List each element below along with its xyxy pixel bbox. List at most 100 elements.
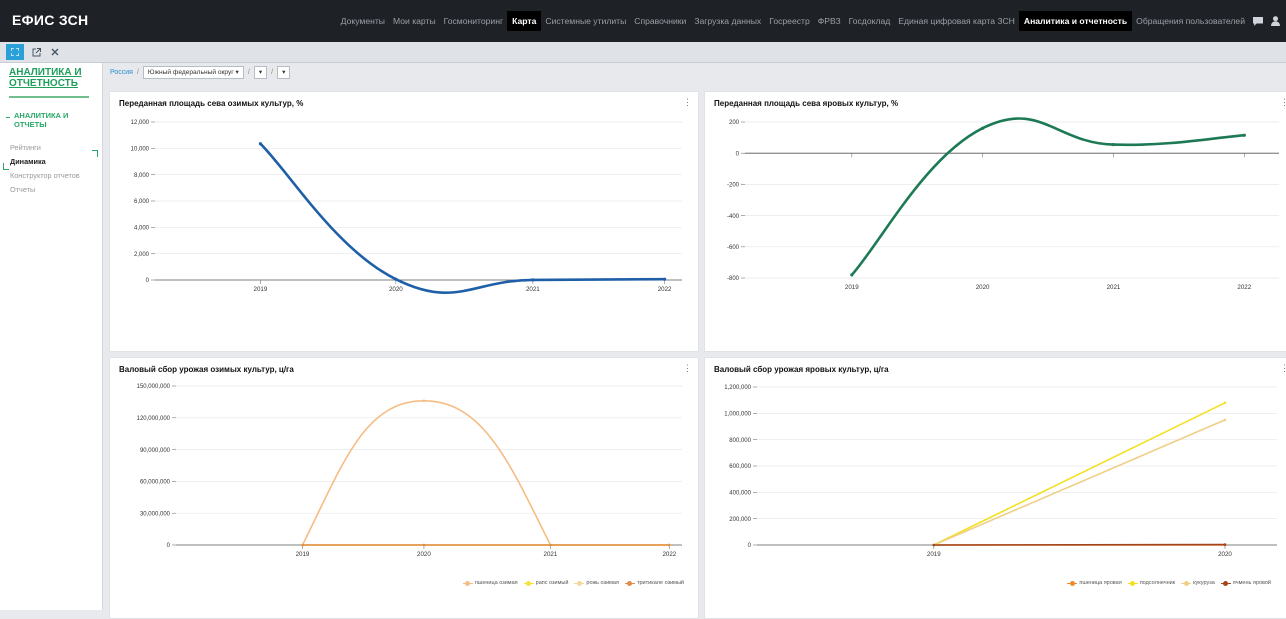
y-tick-label: -600: [727, 245, 740, 251]
nav-item-documents[interactable]: Документы: [337, 12, 389, 30]
data-point: [1224, 543, 1227, 546]
legend-item[interactable]: пшеница озимая: [463, 580, 518, 586]
line-chart: 0200,000400,000600,000800,0001,000,0001,…: [705, 358, 1286, 618]
collapse-icon[interactable]: [6, 117, 10, 118]
y-tick-label: 2,000: [134, 252, 150, 258]
legend-item[interactable]: рапс озимый: [524, 580, 569, 586]
x-tick-label: 2019: [254, 286, 268, 293]
chart-title: Переданная площадь сева озимых культур, …: [119, 99, 303, 108]
region-select[interactable]: ▾: [254, 66, 267, 79]
data-point: [1224, 419, 1227, 422]
x-tick-label: 2021: [1107, 284, 1121, 291]
legend-item[interactable]: тритикале озимый: [625, 580, 684, 586]
data-point: [1243, 134, 1246, 137]
sidebar-title-underline: [9, 96, 89, 98]
nav-item-data-upload[interactable]: Загрузка данных: [690, 12, 765, 30]
y-tick-label: 1,000,000: [724, 412, 751, 418]
nav-item-system-utilities[interactable]: Системные утилиты: [541, 12, 630, 30]
panel-menu-icon[interactable]: ⋮: [683, 97, 692, 108]
expand-icon[interactable]: [6, 44, 24, 60]
series-line: [934, 403, 1225, 545]
legend-marker-icon: [1181, 580, 1191, 586]
data-point: [933, 544, 936, 547]
series-line: [260, 144, 664, 293]
municipality-select[interactable]: ▾: [277, 66, 290, 79]
legend-item[interactable]: рожь озимая: [574, 580, 619, 586]
series-line: [852, 118, 1245, 274]
legend-marker-icon: [524, 580, 534, 586]
y-tick-label: 0: [736, 151, 740, 157]
x-tick-label: 2020: [389, 286, 403, 293]
nav-item-map[interactable]: Карта: [507, 11, 541, 31]
data-point: [259, 142, 262, 145]
line-chart: -800-600-400-20002002019202020212022: [705, 92, 1286, 351]
legend-label: ячмень яровой: [1233, 580, 1271, 586]
x-tick-label: 2021: [544, 551, 558, 558]
y-tick-label: 400,000: [729, 491, 751, 497]
legend-item[interactable]: кукуруза: [1181, 580, 1215, 586]
message-icon[interactable]: [1253, 17, 1263, 26]
sidebar-item-dynamics[interactable]: Динамика: [10, 157, 46, 166]
sidebar-item-report-builder[interactable]: Конструктор отчетов: [10, 171, 80, 180]
x-tick-label: 2019: [927, 551, 941, 558]
x-tick-label: 2019: [296, 551, 310, 558]
y-tick-label: 0: [146, 278, 150, 284]
chart-legend: пшеница озимая рапс озимый рожь озимая трит…: [463, 580, 684, 586]
nav-item-gosreestr[interactable]: Госреестр: [765, 12, 814, 30]
legend-marker-icon: [625, 580, 635, 586]
external-link-icon[interactable]: [27, 44, 45, 60]
y-tick-label: -400: [727, 214, 740, 220]
close-icon[interactable]: [46, 44, 64, 60]
y-tick-label: 800,000: [729, 438, 751, 444]
legend-label: подсолнечник: [1140, 580, 1175, 586]
nav-item-analytics[interactable]: Аналитика и отчетность: [1019, 11, 1132, 31]
panel-menu-icon[interactable]: ⋮: [1280, 97, 1286, 108]
nav-item-digital-map[interactable]: Единая цифровая карта ЗСН: [894, 12, 1019, 30]
breadcrumb-root[interactable]: Россия: [110, 69, 133, 76]
sidebar-item-reports[interactable]: Отчеты: [10, 185, 35, 194]
nav-item-my-maps[interactable]: Мои карты: [389, 12, 440, 30]
legend-item[interactable]: ячмень яровой: [1221, 580, 1271, 586]
y-tick-label: 200,000: [729, 517, 751, 523]
panel-menu-icon[interactable]: ⋮: [1280, 363, 1286, 374]
data-point: [663, 278, 666, 281]
line-chart: 02,0004,0006,0008,00010,00012,0002019202…: [110, 92, 698, 351]
data-point: [981, 127, 984, 130]
district-select[interactable]: Южный федеральный округ ▾: [143, 66, 244, 79]
legend-label: пшеница озимая: [475, 580, 518, 586]
panel-menu-icon[interactable]: ⋮: [683, 363, 692, 374]
data-point: [423, 544, 426, 547]
x-tick-label: 2022: [662, 551, 676, 558]
data-point: [423, 400, 426, 403]
chart-panel-winter-harvest: 030,000,00060,000,00090,000,000120,000,0…: [109, 357, 699, 619]
y-tick-label: -800: [727, 276, 740, 282]
nav-item-frvz[interactable]: ФРВЗ: [814, 12, 845, 30]
data-point: [531, 278, 534, 281]
chart-title: Валовый сбор урожая яровых культур, ц/га: [714, 365, 889, 374]
legend-label: пшеница яровая: [1079, 580, 1121, 586]
app-logo[interactable]: ЕФИС ЗСН: [12, 12, 88, 28]
line-chart: 030,000,00060,000,00090,000,000120,000,0…: [110, 358, 698, 618]
data-point: [850, 273, 853, 276]
x-tick-label: 2020: [417, 551, 431, 558]
data-point: [1224, 402, 1227, 405]
y-tick-label: 12,000: [131, 120, 150, 126]
sidebar-section-analytics[interactable]: АНАЛИТИКА И ОТЧЕТЫ: [14, 111, 94, 129]
data-point: [394, 278, 397, 281]
legend-item[interactable]: подсолнечник: [1128, 580, 1175, 586]
nav-item-gosmonitoring[interactable]: Госмониторинг: [440, 12, 507, 30]
legend-marker-icon: [463, 580, 473, 586]
y-tick-label: 4,000: [134, 226, 150, 232]
legend-item[interactable]: пшеница яровая: [1067, 580, 1121, 586]
legend-label: тритикале озимый: [637, 580, 684, 586]
y-tick-label: 1,200,000: [724, 385, 751, 391]
user-icon[interactable]: [1271, 16, 1280, 26]
y-tick-label: 120,000,000: [137, 416, 171, 422]
sidebar-item-ratings[interactable]: Рейтинги: [10, 143, 41, 152]
nav-item-gosdoklad[interactable]: Госдоклад: [845, 12, 895, 30]
sidebar-title[interactable]: АНАЛИТИКА И ОТЧЕТНОСТЬ: [9, 67, 97, 89]
y-tick-label: 90,000,000: [140, 448, 171, 454]
nav-item-references[interactable]: Справочники: [630, 12, 690, 30]
nav-item-user-requests[interactable]: Обращения пользователей: [1132, 12, 1249, 30]
legend-marker-icon: [574, 580, 584, 586]
